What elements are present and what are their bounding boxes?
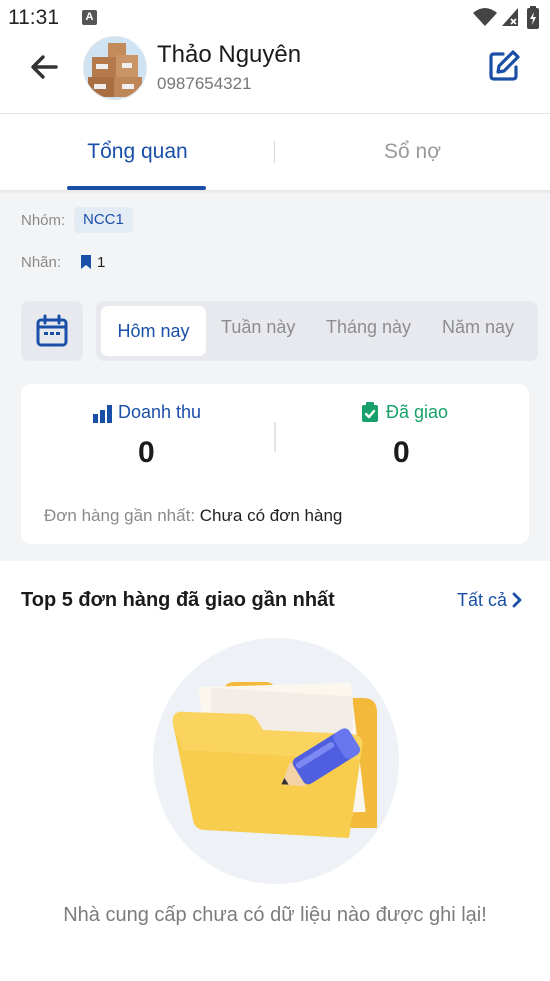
recent-order-value: Chưa có đơn hàng: [199, 506, 343, 525]
stats-separator: [274, 422, 276, 452]
calendar-icon: [36, 314, 68, 347]
back-button[interactable]: [28, 52, 60, 82]
period-today[interactable]: Hôm nay: [101, 306, 206, 356]
period-year[interactable]: Năm nay: [442, 317, 514, 338]
chevron-right-icon[interactable]: [511, 591, 523, 609]
period-week[interactable]: Tuần này: [221, 317, 295, 338]
stats-card: Doanh thu 0 Đã giao 0 Đơn hàng gần nhất:…: [21, 384, 529, 544]
bar-chart-icon: [93, 405, 112, 423]
calendar-button[interactable]: [21, 301, 83, 361]
folder-pencil-icon: [172, 682, 377, 838]
notification-icon: A: [82, 10, 97, 25]
recent-order-label: Đơn hàng gần nhất:: [44, 506, 196, 525]
tag-count: 1: [97, 254, 106, 271]
see-all-link[interactable]: Tất cả: [457, 590, 507, 611]
empty-state-text: Nhà cung cấp chưa có dữ liệu nào được gh…: [63, 904, 487, 926]
group-chip: NCC1: [74, 207, 133, 233]
clipboard-check-icon: [362, 402, 378, 422]
status-time: 11:31: [8, 6, 59, 29]
battery-icon: [527, 6, 539, 29]
boxes-avatar-icon: [84, 37, 146, 99]
section-title: Top 5 đơn hàng đã giao gần nhất: [21, 589, 335, 611]
group-label: Nhóm:: [21, 212, 66, 229]
recent-order: Đơn hàng gần nhất: Chưa có đơn hàng: [44, 506, 342, 526]
wifi-icon: [473, 8, 497, 26]
header-divider: [0, 113, 550, 114]
edit-button[interactable]: [486, 48, 522, 84]
tab-overview[interactable]: Tổng quan: [0, 140, 275, 164]
avatar: [83, 36, 147, 100]
status-bar: 11:31 A: [0, 0, 550, 36]
tab-debt-book[interactable]: Sổ nợ: [275, 140, 550, 164]
supplier-name: Thảo Nguyên: [157, 41, 302, 68]
supplier-phone: 0987654321: [157, 74, 252, 93]
tag-label: Nhãn:: [21, 254, 62, 271]
period-selector: Hôm nay Tuần này Tháng này Năm nay: [96, 301, 538, 361]
revenue-label: Doanh thu: [118, 402, 202, 422]
delivered-label: Đã giao: [386, 402, 449, 422]
revenue-value: 0: [138, 436, 155, 469]
delivered-value: 0: [393, 436, 410, 469]
period-month[interactable]: Tháng này: [326, 317, 411, 338]
cell-signal-icon: [502, 8, 518, 26]
bookmark-icon: [81, 255, 91, 269]
